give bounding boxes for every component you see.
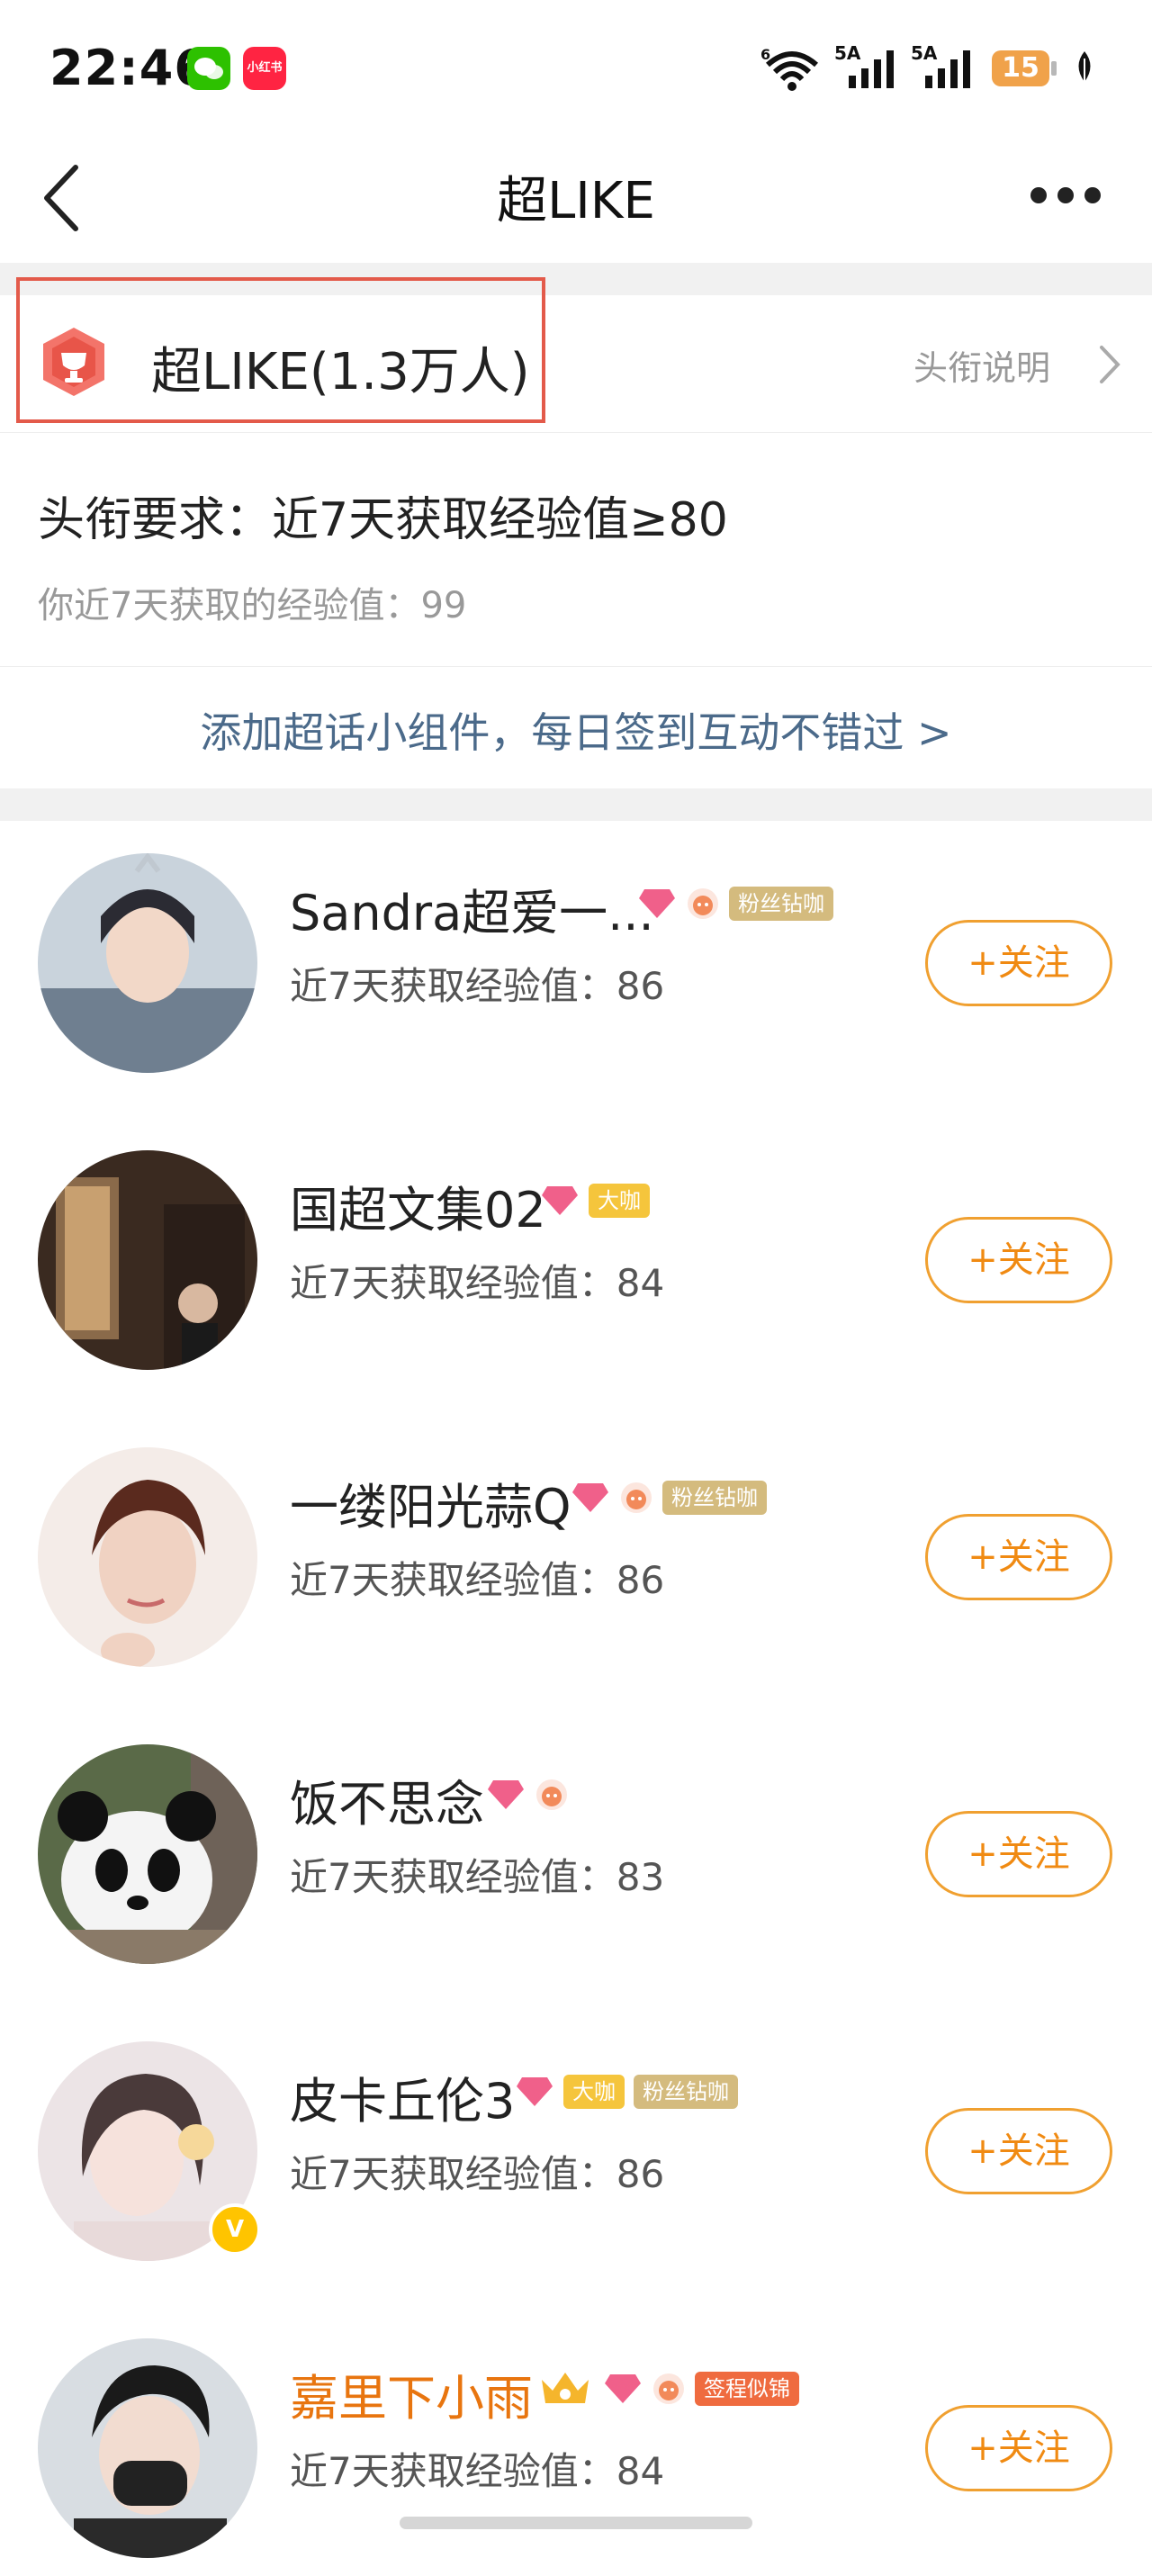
- chevron-right-icon[interactable]: [1098, 344, 1121, 389]
- divider: [0, 666, 1152, 667]
- svg-text:13: 13: [567, 1205, 580, 1219]
- follow-button[interactable]: +关注: [925, 1514, 1112, 1600]
- wifi-icon: 6: [760, 46, 824, 95]
- user-name[interactable]: 国超文集02: [290, 1170, 546, 1241]
- signal-icon: 5A: [909, 42, 981, 95]
- svg-text:12: 12: [513, 1799, 526, 1813]
- mascot-icon: [536, 1779, 567, 1810]
- page-title: 超LIKE: [497, 172, 655, 230]
- user-badges: 13 大咖: [540, 1179, 650, 1222]
- follow-button[interactable]: +关注: [925, 920, 1112, 1006]
- avatar[interactable]: [38, 2338, 257, 2558]
- user-name[interactable]: 嘉里下小雨: [290, 2358, 533, 2429]
- user-row[interactable]: 国超文集02 13 大咖 近7天获取经验值：84 +关注: [0, 1118, 1152, 1416]
- leaf-icon: [1071, 50, 1098, 89]
- section-gap: [0, 788, 1152, 821]
- wifi-badge: 6: [760, 47, 770, 63]
- follow-button[interactable]: +关注: [925, 2108, 1112, 2194]
- user-badges: 12: [486, 1773, 569, 1816]
- wechat-icon: [187, 47, 230, 90]
- mascot-icon: [653, 2373, 684, 2404]
- xiaohongshu-icon: 小红书: [243, 47, 286, 90]
- avatar[interactable]: [38, 853, 257, 1073]
- user-experience: 近7天获取经验值：84: [290, 1261, 665, 1305]
- user-name[interactable]: 饭不思念: [290, 1764, 484, 1835]
- verified-icon: V: [209, 2203, 261, 2256]
- svg-text:12: 12: [664, 908, 677, 922]
- battery-cap: [1051, 61, 1057, 76]
- svg-text:13: 13: [630, 2393, 643, 2407]
- signal-label: 5A: [911, 43, 938, 64]
- battery-icon: 15: [992, 50, 1049, 86]
- avatar[interactable]: [38, 1447, 257, 1667]
- avatar[interactable]: [38, 1744, 257, 1964]
- title-requirement: 头衔要求：近7天获取经验值≥80: [38, 493, 728, 547]
- my-experience: 你近7天获取的经验值：99: [38, 585, 467, 626]
- user-name[interactable]: 皮卡丘伦3: [290, 2061, 515, 2132]
- level-diamond-icon: 13: [572, 1483, 610, 1516]
- signal-label: 5A: [834, 43, 861, 64]
- home-indicator[interactable]: [400, 2517, 752, 2529]
- user-name[interactable]: 一缕阳光蒜Q: [290, 1467, 572, 1538]
- big-shot-tag: 大咖: [589, 1184, 650, 1218]
- title-description-link[interactable]: 头衔说明: [914, 340, 1050, 390]
- level-diamond-icon: 14: [517, 2077, 554, 2110]
- sign-in-tag: 签程似锦: [695, 2372, 799, 2406]
- user-experience: 近7天获取经验值：86: [290, 1558, 665, 1602]
- crown-icon: [542, 2373, 589, 2403]
- level-diamond-icon: 12: [488, 1780, 526, 1813]
- big-shot-tag: 大咖: [563, 2075, 625, 2109]
- user-row[interactable]: 嘉里下小雨 13 签程似锦 近7天获取经验值：84 +关注: [0, 2306, 1152, 2576]
- signal-icon: 5A: [832, 42, 904, 95]
- level-diamond-icon: 12: [639, 889, 677, 922]
- level-diamond-icon: 13: [542, 1186, 580, 1219]
- more-icon[interactable]: [1030, 187, 1102, 205]
- mascot-icon: [621, 1482, 652, 1513]
- user-experience: 近7天获取经验值：83: [290, 1855, 665, 1899]
- user-experience: 近7天获取经验值：84: [290, 2449, 665, 2493]
- svg-text:13: 13: [598, 1502, 610, 1516]
- user-experience: 近7天获取经验值：86: [290, 964, 665, 1008]
- svg-text:14: 14: [542, 2096, 554, 2110]
- status-time: 22:46: [50, 40, 209, 96]
- mascot-icon: [688, 888, 718, 919]
- user-row[interactable]: Sandra超爱一... 12 粉丝钻咖 近7天获取经验值：86 +关注: [0, 821, 1152, 1119]
- user-row[interactable]: 饭不思念 12 近7天获取经验值：83 +关注: [0, 1712, 1152, 2010]
- user-badges: 13 粉丝钻咖: [571, 1476, 767, 1519]
- add-widget-link[interactable]: 添加超话小组件，每日签到互动不错过 >: [0, 700, 1152, 760]
- user-row[interactable]: V 皮卡丘伦3 14 大咖 粉丝钻咖 近7天获取经验值：86 +关注: [0, 2009, 1152, 2307]
- fan-diamond-tag: 粉丝钻咖: [634, 2075, 738, 2109]
- user-experience: 近7天获取经验值：86: [290, 2152, 665, 2196]
- fan-diamond-tag: 粉丝钻咖: [662, 1481, 767, 1515]
- user-badges: 14 大咖 粉丝钻咖: [515, 2070, 738, 2113]
- user-row[interactable]: 一缕阳光蒜Q 13 粉丝钻咖 近7天获取经验值：86 +关注: [0, 1415, 1152, 1713]
- user-badges: 12 粉丝钻咖: [637, 882, 833, 925]
- level-diamond-icon: 13: [605, 2374, 643, 2407]
- user-name[interactable]: Sandra超爱一...: [290, 873, 654, 944]
- highlight-box: [16, 277, 545, 423]
- fan-diamond-tag: 粉丝钻咖: [729, 887, 833, 921]
- follow-button[interactable]: +关注: [925, 1217, 1112, 1303]
- avatar[interactable]: [38, 1150, 257, 1370]
- user-badges: 13 签程似锦: [536, 2367, 799, 2410]
- follow-button[interactable]: +关注: [925, 2405, 1112, 2491]
- follow-button[interactable]: +关注: [925, 1811, 1112, 1897]
